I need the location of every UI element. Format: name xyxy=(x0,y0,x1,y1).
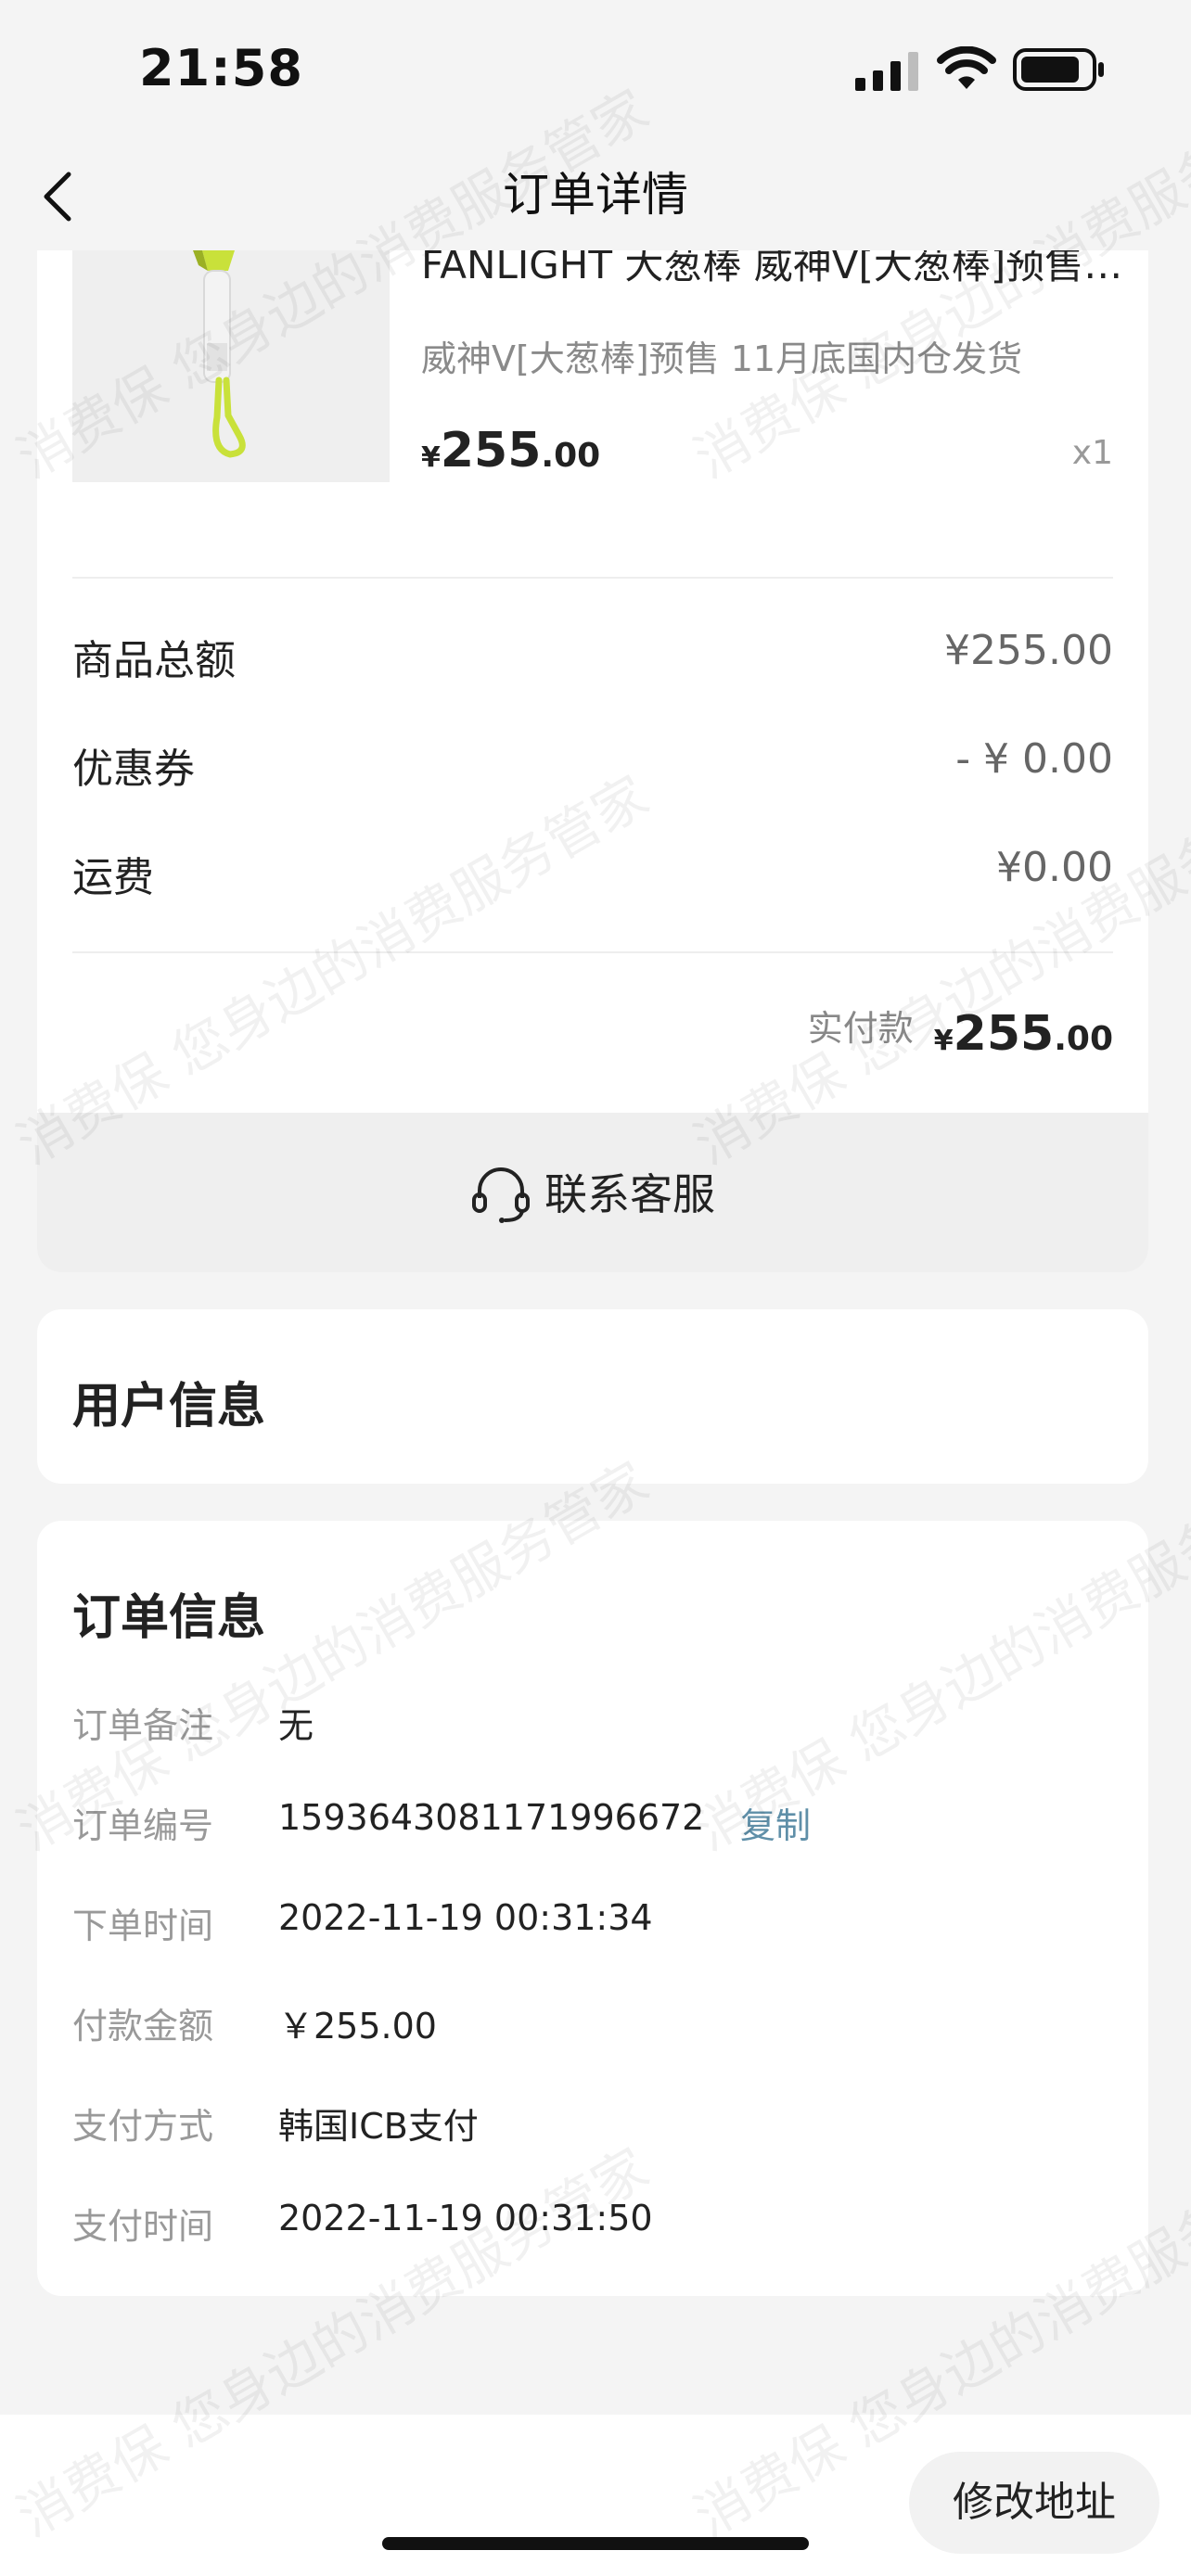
contact-service-label: 联系客服 xyxy=(544,1169,715,1219)
headset-icon xyxy=(472,1167,530,1223)
info-label: 订单编号 xyxy=(72,1805,214,1846)
order-number-row: 订单编号 1593643081171996672 复制 xyxy=(72,1797,1111,1853)
order-product-card: FANLIGHT 大葱棒 威神V[大葱棒]预售 11月底国内仓发货 威神V[大葱… xyxy=(37,250,1148,1272)
home-indicator[interactable] xyxy=(382,2537,809,2550)
cellular-signal-icon xyxy=(855,52,918,91)
summary-value: - ¥ 0.00 xyxy=(955,735,1113,783)
price-currency: ¥ xyxy=(421,441,441,474)
status-bar: 21:58 xyxy=(0,0,1191,139)
summary-label: 优惠券 xyxy=(72,746,195,793)
user-info-card: 用户信息 xyxy=(37,1309,1148,1484)
order-info-card: 订单信息 订单备注 无 订单编号 1593643081171996672 复制 … xyxy=(37,1521,1148,2296)
summary-value: ¥0.00 xyxy=(996,844,1113,891)
order-time-row: 下单时间 2022-11-19 00:31:34 xyxy=(72,1897,1111,1953)
nav-bar: 订单详情 xyxy=(0,139,1191,250)
page-title: 订单详情 xyxy=(503,168,688,222)
bottom-action-bar: 修改地址 xyxy=(0,2415,1191,2576)
product-name[interactable]: FANLIGHT 大葱棒 威神V[大葱棒]预售 11月底国内仓发货 xyxy=(421,250,1126,290)
paid-currency: ¥ xyxy=(933,1025,954,1057)
payment-amount-row: 付款金额 ￥255.00 xyxy=(72,1997,1111,2053)
paid-label: 实付款 xyxy=(807,1008,914,1049)
info-value: 韩国ICB支付 xyxy=(278,2106,479,2147)
info-label: 订单备注 xyxy=(72,1705,214,1746)
modify-address-button[interactable]: 修改地址 xyxy=(909,2452,1159,2554)
info-label: 下单时间 xyxy=(72,1906,214,1946)
product-price: ¥255.00 xyxy=(421,423,600,478)
user-info-title: 用户信息 xyxy=(72,1379,266,1435)
status-time: 21:58 xyxy=(139,39,303,97)
order-info-title: 订单信息 xyxy=(72,1590,266,1646)
paid-decimal: .00 xyxy=(1054,1020,1113,1058)
info-label: 支付方式 xyxy=(72,2106,214,2147)
paid-integer: 255 xyxy=(953,1006,1055,1062)
info-value: ￥255.00 xyxy=(278,2006,437,2047)
summary-label: 商品总额 xyxy=(72,637,236,684)
info-label: 付款金额 xyxy=(72,2006,214,2047)
summary-row-subtotal: 商品总额 ¥255.00 xyxy=(72,627,1113,684)
info-value: 1593643081171996672 xyxy=(278,1797,705,1838)
payment-method-row: 支付方式 韩国ICB支付 xyxy=(72,2098,1111,2153)
product-spec: 威神V[大葱棒]预售 11月底国内仓发货 xyxy=(421,338,1023,379)
info-value: 2022-11-19 00:31:50 xyxy=(278,2198,653,2238)
order-remark-row: 订单备注 无 xyxy=(72,1697,1111,1753)
paid-amount: 实付款 ¥255.00 xyxy=(808,1000,1113,1062)
price-decimal: .00 xyxy=(541,437,601,475)
price-integer: 255 xyxy=(440,423,542,478)
summary-label: 运费 xyxy=(72,854,154,901)
contact-service-button[interactable]: 联系客服 xyxy=(37,1113,1148,1272)
info-value: 2022-11-19 00:31:34 xyxy=(278,1897,653,1938)
wifi-icon xyxy=(937,46,996,89)
summary-row-shipping: 运费 ¥0.00 xyxy=(72,844,1113,901)
info-label: 支付时间 xyxy=(72,2206,214,2247)
battery-icon xyxy=(1013,48,1104,91)
copy-order-number-button[interactable]: 复制 xyxy=(740,1797,811,1848)
info-value: 无 xyxy=(278,1705,314,1746)
contact-service-content: 联系客服 xyxy=(37,1161,1148,1224)
divider xyxy=(72,577,1113,579)
product-thumbnail[interactable] xyxy=(72,250,390,482)
product-quantity: x1 xyxy=(1071,434,1113,472)
payment-time-row: 支付时间 2022-11-19 00:31:50 xyxy=(72,2198,1111,2253)
divider xyxy=(72,951,1113,953)
summary-value: ¥255.00 xyxy=(944,627,1113,674)
summary-row-coupon: 优惠券 - ¥ 0.00 xyxy=(72,735,1113,793)
